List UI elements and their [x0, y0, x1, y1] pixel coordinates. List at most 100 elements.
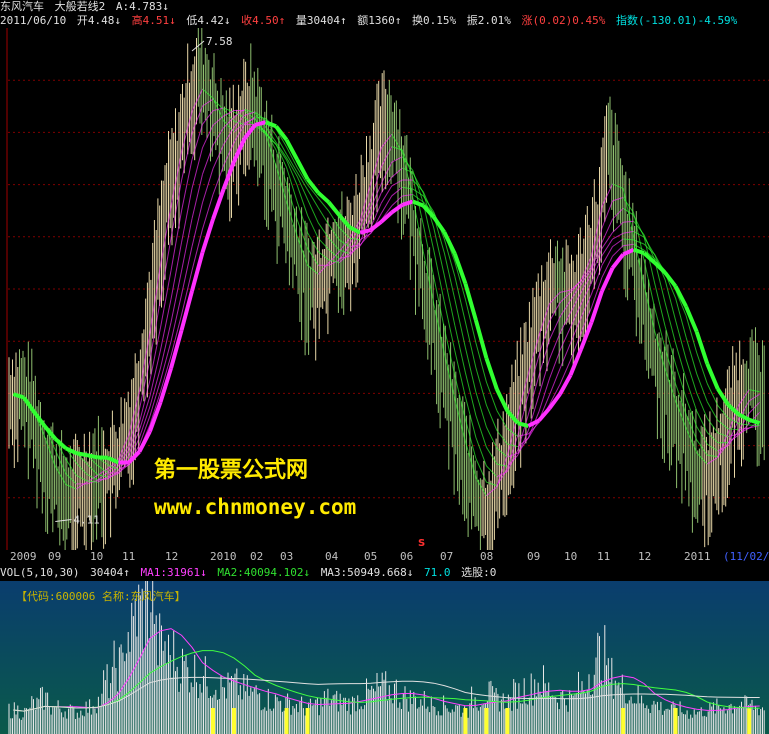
- quote-index: 指数(-130.01)-4.59%: [615, 14, 738, 27]
- ma-ribbon-line: [696, 452, 708, 465]
- ma-ribbon-line: [694, 331, 710, 365]
- ma-ribbon-line: [685, 397, 698, 427]
- ma-ribbon-line: [86, 453, 98, 460]
- ma-ribbon-line: [549, 368, 561, 396]
- ma-ribbon-line: [317, 222, 330, 239]
- ma-ribbon-line: [749, 424, 760, 427]
- ma-ribbon-line: [170, 180, 182, 239]
- watermark-title: 第一股票公式网: [154, 458, 309, 483]
- ma-ribbon-line: [232, 137, 247, 163]
- ma-ribbon-line: [559, 300, 571, 318]
- ma-ribbon-line: [601, 246, 613, 266]
- ma-ribbon-line: [202, 88, 214, 99]
- ma-ribbon-line: [202, 98, 214, 107]
- ma-ribbon-line: [632, 247, 645, 256]
- ma-ribbon-line: [181, 246, 193, 296]
- ma-ribbon-line: [685, 337, 698, 374]
- ma-ribbon-line: [107, 455, 120, 465]
- ma-ribbon-line: [54, 449, 67, 474]
- ma-ribbon-line: [684, 305, 699, 333]
- date-axis-label: 12: [165, 550, 179, 563]
- ma-ribbon-line: [328, 237, 340, 251]
- ma-ribbon-line: [243, 123, 257, 140]
- ma-ribbon-line: [337, 213, 352, 229]
- ma-ribbon-line: [706, 401, 719, 421]
- ma-ribbon-line: [422, 251, 435, 304]
- ma-ribbon-line: [685, 427, 698, 453]
- date-axis-label: 12: [638, 550, 652, 563]
- ma-ribbon-line: [622, 247, 635, 257]
- ma-ribbon-line: [390, 203, 404, 215]
- ma-ribbon-line: [464, 441, 477, 478]
- ma-ribbon-line: [22, 396, 36, 414]
- ma-ribbon-line: [706, 456, 718, 465]
- ma-ribbon-line: [380, 185, 393, 204]
- date-axis-label: 2011: [684, 550, 711, 563]
- ma-ribbon-line: [612, 197, 624, 202]
- ma-ribbon-line: [380, 195, 393, 214]
- ma-ribbon-line: [317, 237, 330, 250]
- quote-turnover: 换0.15%: [411, 14, 457, 27]
- ma-ribbon-line: [654, 330, 666, 370]
- ma-ribbon-line: [623, 230, 634, 234]
- ma-ribbon-line: [454, 299, 466, 348]
- ma-ribbon-line: [191, 88, 203, 112]
- ma-ribbon-line: [496, 430, 508, 445]
- ma-ribbon-line: [221, 160, 236, 191]
- ma-ribbon-line: [475, 367, 487, 406]
- ma-ribbon-line: [570, 303, 582, 328]
- ma-ribbon-line: [443, 301, 456, 351]
- ma-ribbon-line: [380, 133, 393, 149]
- ma-ribbon-line: [160, 270, 172, 328]
- ma-ribbon-line: [559, 292, 571, 303]
- price-chart[interactable]: 7.58 4.11 S: [0, 28, 769, 550]
- date-axis-label: 09: [527, 550, 541, 563]
- ma-ribbon-line: [495, 388, 510, 412]
- ma-ribbon-line: [181, 132, 193, 181]
- ma-ribbon-line: [212, 98, 224, 110]
- ma-ribbon-line: [517, 414, 529, 450]
- signal-bar: [747, 708, 752, 734]
- ma-ribbon-line: [717, 432, 729, 438]
- ma-ribbon-line: [643, 260, 656, 308]
- ma-ribbon-line: [370, 147, 382, 185]
- ma-ribbon-line: [402, 194, 413, 197]
- ma-ribbon-line: [296, 201, 309, 233]
- quote-close: 收4.50↑: [241, 14, 286, 27]
- ma-ribbon-line: [717, 419, 729, 430]
- formula-name: 大般若线2: [54, 0, 106, 13]
- ma-ribbon-line: [64, 446, 78, 456]
- ma-ribbon-line: [664, 326, 677, 365]
- ma-ribbon-line: [600, 267, 615, 292]
- ma-ribbon-line: [433, 303, 445, 354]
- date-axis-label: 06: [400, 550, 414, 563]
- ma-ribbon-line: [223, 126, 235, 146]
- select-count: 选股:0: [461, 566, 497, 579]
- ma-ribbon-line: [570, 292, 582, 313]
- ma-ribbon-line: [454, 398, 466, 442]
- vol-extra: 71.0: [424, 566, 451, 579]
- ma-ribbon-line: [537, 406, 552, 422]
- ma-ribbon-line: [496, 410, 508, 429]
- ma-ribbon-line: [706, 418, 719, 434]
- ma-ribbon-line: [391, 186, 403, 197]
- ma-ribbon-line: [317, 207, 330, 225]
- ma-ribbon-line: [244, 116, 256, 125]
- ma-ribbon-line: [264, 120, 277, 129]
- ma-ribbon-line: [717, 405, 729, 419]
- signal-bar: [463, 708, 468, 734]
- ma-ribbon-line: [485, 404, 498, 431]
- ma-ribbon-line: [675, 343, 687, 380]
- stock-info-tag: 【代码:600006 名称:东风汽车】: [16, 590, 186, 603]
- ma-ribbon-line: [748, 393, 760, 402]
- ma-ribbon-line: [473, 319, 489, 359]
- ma-ribbon-line: [149, 299, 161, 361]
- vol-label: VOL(5,10,30): [0, 566, 80, 579]
- ma-ribbon-line: [211, 188, 226, 220]
- ma-ribbon-line: [580, 282, 592, 305]
- ma-ribbon-line: [464, 347, 477, 393]
- ma-ribbon-line: [338, 237, 351, 253]
- ma-ribbon-line: [44, 436, 56, 467]
- date-axis: 2009 09 10 11 12 2010 02 03 04 05 06 07 08 09 10 11 12 20…: [0, 550, 769, 564]
- title-row: 东风汽车 大般若线2 A:4.783↓: [0, 0, 173, 13]
